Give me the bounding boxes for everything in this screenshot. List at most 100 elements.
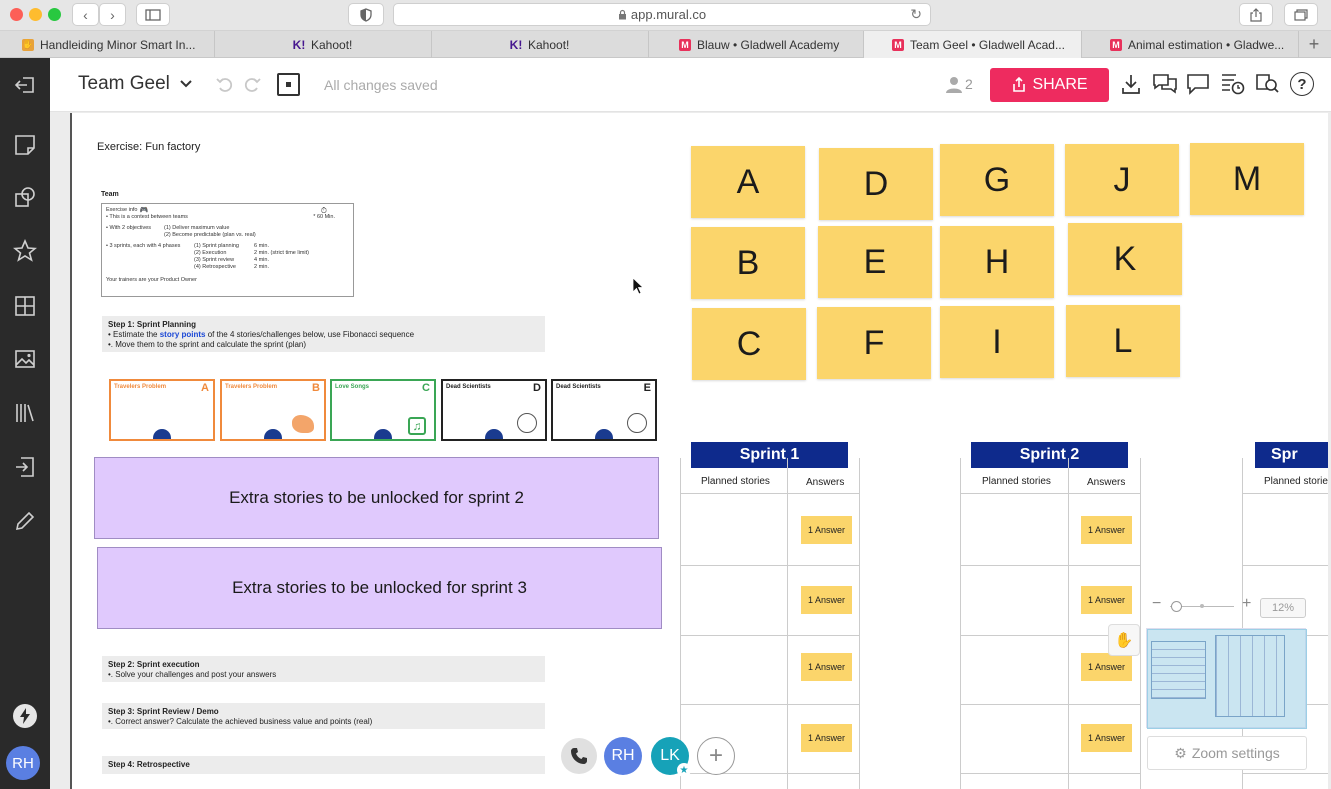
shapes-icon (15, 187, 35, 207)
step3-line: •. Correct answer? Calculate the achieve… (108, 717, 373, 726)
call-button[interactable] (561, 738, 597, 774)
browser-tab[interactable]: ✋ Handleiding Minor Smart In... (0, 31, 215, 58)
story-card-d[interactable]: Dead Scientists D (441, 379, 547, 441)
sticky-note[interactable]: G (940, 144, 1054, 216)
story-card-b[interactable]: Travelers Problem B (220, 379, 326, 441)
comments-button[interactable] (1186, 73, 1210, 100)
participant-avatar[interactable]: LK ★ (651, 737, 691, 777)
sidebar-icon (145, 8, 161, 21)
answer-sticky[interactable]: 1 Answer (1081, 653, 1132, 681)
help-button[interactable]: ? (1290, 72, 1314, 96)
answer-sticky[interactable]: 1 Answer (801, 724, 852, 752)
answer-sticky[interactable]: 1 Answer (1081, 586, 1132, 614)
zoom-slider-handle[interactable] (1171, 601, 1182, 612)
search-icon (1256, 74, 1279, 93)
sticky-note[interactable]: L (1066, 305, 1180, 377)
card-letter: D (533, 382, 541, 394)
images-tool[interactable] (10, 344, 40, 374)
collaborators-indicator[interactable]: 2 (945, 75, 973, 93)
sticky-note[interactable]: I (940, 306, 1054, 378)
draw-tool[interactable] (10, 506, 40, 536)
browser-tab[interactable]: K! Kahoot! (215, 31, 432, 58)
zoom-window-button[interactable] (48, 8, 61, 21)
browser-tab-active[interactable]: M Team Geel • Gladwell Acad... (864, 31, 1082, 58)
answer-sticky[interactable]: 1 Answer (801, 653, 852, 681)
exercise-info-box[interactable]: Exercise info 🎮 ⏱ • This is a contest bet… (101, 203, 354, 297)
zoom-settings-button[interactable]: ⚙ Zoom settings (1147, 736, 1307, 770)
privacy-button[interactable] (348, 3, 384, 26)
reload-icon[interactable]: ↻ (910, 6, 922, 23)
browser-tab[interactable]: M Blauw • Gladwell Academy (649, 31, 864, 58)
minimap[interactable] (1146, 628, 1307, 729)
mural-title-menu[interactable]: Team Geel (78, 73, 192, 95)
sticky-note[interactable]: J (1065, 144, 1179, 216)
sticky-note-icon (15, 135, 35, 155)
sticky-note[interactable]: F (817, 307, 931, 379)
chat-button[interactable] (1152, 72, 1178, 101)
exit-mural-button[interactable] (10, 70, 40, 100)
answer-sticky[interactable]: 1 Answer (1081, 516, 1132, 544)
undo-button[interactable] (215, 74, 235, 99)
redo-button[interactable] (242, 74, 262, 99)
export-button[interactable] (1120, 73, 1142, 100)
step2-box[interactable]: Step 2: Sprint execution •. Solve your c… (102, 656, 545, 682)
sticky-note-tool[interactable] (10, 130, 40, 160)
answer-sticky[interactable]: 1 Answer (801, 516, 852, 544)
sticky-note[interactable]: K (1068, 223, 1182, 295)
info-line: • With 2 objectives (106, 225, 152, 231)
invite-participant-button[interactable]: + (697, 737, 735, 775)
answer-sticky[interactable]: 1 Answer (801, 586, 852, 614)
zoom-out-button[interactable]: − (1152, 595, 1161, 613)
activity-button[interactable] (1220, 72, 1246, 101)
step4-box[interactable]: Step 4: Retrospective (102, 756, 545, 774)
step4-title: Step 4: Retrospective (108, 760, 190, 769)
table-line (680, 565, 860, 566)
sticky-note[interactable]: D (819, 148, 933, 220)
sidebar-toggle-button[interactable] (136, 3, 170, 26)
image-icon (15, 350, 35, 368)
extra-stories-sprint3-area[interactable]: Extra stories to be unlocked for sprint … (97, 547, 662, 629)
new-tab-button[interactable]: + (1303, 34, 1325, 54)
lock-icon (618, 9, 626, 20)
icons-tool[interactable] (10, 236, 40, 266)
content-library-tool[interactable] (10, 398, 40, 428)
back-button[interactable]: ‹ (72, 3, 99, 26)
sticky-note[interactable]: C (692, 308, 806, 380)
answer-sticky[interactable]: 1 Answer (1081, 724, 1132, 752)
tab-overview-button[interactable] (1284, 3, 1318, 26)
mural-icon: M (892, 38, 904, 51)
mural-canvas[interactable]: Exercise: Fun factory Team Exercise info… (70, 113, 1328, 789)
info-line: • This is a contest between teams (106, 214, 188, 220)
frameworks-tool[interactable] (10, 291, 40, 321)
share-page-button[interactable] (1239, 3, 1273, 26)
outline-toggle-button[interactable] (277, 73, 300, 96)
phone-icon (571, 748, 587, 764)
search-button[interactable] (1255, 72, 1281, 101)
participant-avatar[interactable]: RH (604, 737, 642, 775)
user-avatar[interactable]: RH (6, 746, 40, 780)
close-window-button[interactable] (10, 8, 23, 21)
step3-box[interactable]: Step 3: Sprint Review / Demo •. Correct … (102, 703, 545, 729)
story-card-c[interactable]: Love Songs C ♫ (330, 379, 436, 441)
sticky-note[interactable]: E (818, 226, 932, 298)
sticky-note[interactable]: B (691, 227, 805, 299)
minimize-window-button[interactable] (29, 8, 42, 21)
browser-tab[interactable]: K! Kahoot! (432, 31, 649, 58)
zoom-in-button[interactable]: + (1242, 595, 1251, 613)
whats-new-button[interactable] (10, 701, 40, 731)
exit-icon (14, 77, 34, 93)
sticky-note[interactable]: A (691, 146, 805, 218)
browser-tab[interactable]: M Animal estimation • Gladwe... (1082, 31, 1299, 58)
extra-stories-sprint2-area[interactable]: Extra stories to be unlocked for sprint … (94, 457, 659, 539)
sticky-note[interactable]: M (1190, 143, 1304, 215)
sticky-note[interactable]: H (940, 226, 1054, 298)
story-card-e[interactable]: Dead Scientists E (551, 379, 657, 441)
import-tool[interactable] (10, 452, 40, 482)
share-button[interactable]: SHARE (990, 68, 1109, 102)
pan-tool-button[interactable]: ✋ (1108, 624, 1140, 656)
address-bar[interactable]: app.mural.co ↻ (393, 3, 931, 26)
shapes-tool[interactable] (10, 182, 40, 212)
story-card-a[interactable]: Travelers Problem A (109, 379, 215, 441)
step1-box[interactable]: Step 1: Sprint Planning • Estimate the s… (102, 316, 545, 352)
forward-button[interactable]: › (99, 3, 126, 26)
